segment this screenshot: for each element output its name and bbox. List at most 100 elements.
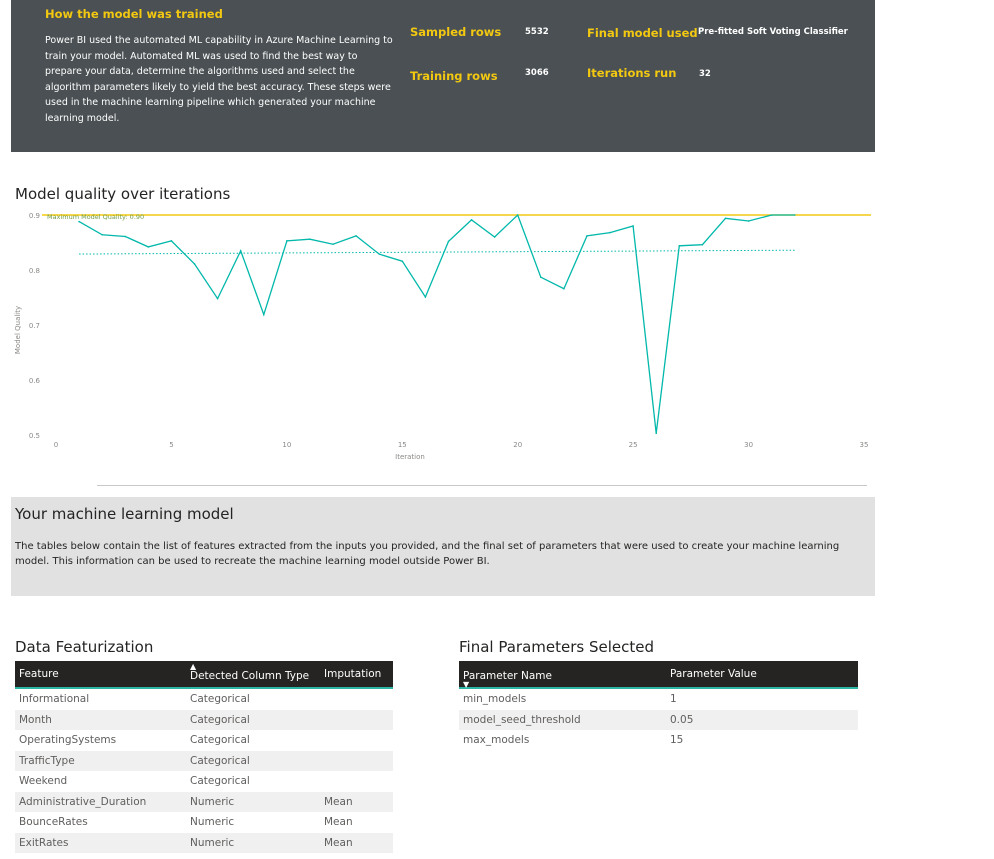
x-tick-label: 30 bbox=[744, 441, 753, 449]
table-cell bbox=[320, 730, 393, 751]
data-point bbox=[563, 287, 565, 290]
data-point bbox=[447, 240, 450, 243]
training-rows-label: Training rows bbox=[410, 69, 498, 83]
chart-title: Model quality over iterations bbox=[15, 185, 231, 203]
table-row[interactable]: Informational Categorical bbox=[15, 688, 393, 710]
data-point bbox=[655, 432, 658, 435]
data-point bbox=[678, 245, 681, 247]
data-point bbox=[170, 240, 173, 242]
data-point bbox=[355, 235, 357, 237]
data-point bbox=[793, 214, 796, 216]
table-row[interactable]: Administrative_Duration Numeric Mean bbox=[15, 791, 393, 812]
data-point bbox=[78, 220, 80, 223]
training-rows-value: 3066 bbox=[525, 68, 549, 78]
data-point bbox=[540, 276, 542, 278]
model-description-panel: Your machine learning model The tables b… bbox=[11, 497, 875, 596]
table-cell: Month bbox=[15, 709, 186, 730]
column-header-parameter-value[interactable]: Parameter Value bbox=[666, 661, 858, 689]
data-point bbox=[516, 214, 519, 216]
iterations-label: Iterations run bbox=[587, 66, 677, 80]
y-tick-label: 0.6 bbox=[29, 377, 41, 385]
model-section-title: Your machine learning model bbox=[15, 505, 234, 523]
data-point bbox=[724, 217, 727, 220]
data-point bbox=[262, 313, 265, 316]
data-point bbox=[470, 219, 473, 221]
column-header-parameter-name[interactable]: ▼ Parameter Name bbox=[459, 661, 666, 689]
x-tick-label: 15 bbox=[398, 441, 407, 449]
column-header-parameter-name-label: Parameter Name bbox=[463, 670, 552, 682]
table-cell: ExitRates bbox=[15, 832, 186, 853]
x-tick-label: 0 bbox=[54, 441, 58, 449]
column-header-detected-type[interactable]: ▲ Detected Column Type bbox=[186, 661, 320, 689]
table-row[interactable]: model_seed_threshold 0.05 bbox=[459, 709, 858, 730]
table-cell: Numeric bbox=[186, 791, 320, 812]
table-cell bbox=[320, 709, 393, 730]
model-quality-series-line bbox=[78, 213, 795, 434]
y-tick-label: 0.7 bbox=[29, 322, 40, 330]
table-row[interactable]: TrafficType Categorical bbox=[15, 750, 393, 771]
table-row[interactable]: BounceRates Numeric Mean bbox=[15, 812, 393, 833]
data-point bbox=[147, 246, 150, 248]
table-cell: Administrative_Duration bbox=[15, 791, 186, 812]
parameters-table: ▼ Parameter Name Parameter Value min_mode… bbox=[459, 661, 858, 751]
table-cell: BounceRates bbox=[19, 816, 88, 829]
x-tick-label: 5 bbox=[169, 441, 173, 449]
final-model-value: Pre-fitted Soft Voting Classifier bbox=[698, 27, 848, 37]
table-cell: Mean bbox=[324, 816, 353, 829]
table-row[interactable]: Weekend Categorical bbox=[15, 771, 393, 792]
table-cell: max_models bbox=[463, 734, 530, 747]
table-cell: Numeric bbox=[190, 816, 235, 829]
data-point bbox=[309, 238, 311, 240]
featurization-table: Feature ▲ Detected Column Type Imputation… bbox=[15, 661, 393, 853]
model-section-description: The tables below contain the list of fea… bbox=[15, 541, 840, 567]
table-row[interactable]: max_models 15 bbox=[459, 730, 858, 751]
table-row[interactable]: OperatingSystems Categorical bbox=[15, 730, 393, 751]
sampled-rows-value: 5532 bbox=[525, 27, 549, 37]
training-summary-banner: How the model was trained Power BI used … bbox=[11, 0, 875, 152]
x-axis-label: Iteration bbox=[395, 453, 425, 461]
table-cell: Categorical bbox=[190, 775, 250, 788]
table-cell: Numeric bbox=[186, 832, 320, 853]
banner-title: How the model was trained bbox=[45, 7, 223, 21]
table-cell: Categorical bbox=[186, 709, 320, 730]
data-point bbox=[747, 220, 750, 222]
table-cell: 1 bbox=[670, 693, 677, 706]
data-point bbox=[770, 214, 773, 216]
table-cell: Informational bbox=[19, 693, 90, 706]
sampled-rows-label: Sampled rows bbox=[410, 25, 502, 39]
table-cell: Mean bbox=[320, 791, 393, 812]
data-point bbox=[378, 253, 381, 255]
y-axis-label: Model Quality bbox=[14, 306, 22, 354]
final-model-label: Final model used bbox=[587, 26, 698, 40]
data-point bbox=[632, 225, 634, 227]
max-quality-label: Maximum Model Quality: 0.90 bbox=[47, 213, 144, 221]
table-row[interactable]: min_models 1 bbox=[459, 688, 858, 710]
table-cell: Categorical bbox=[186, 750, 320, 771]
data-point bbox=[609, 231, 611, 234]
table-cell bbox=[320, 771, 393, 792]
x-tick-label: 10 bbox=[282, 441, 291, 449]
data-point bbox=[401, 260, 404, 262]
table-cell bbox=[320, 688, 393, 710]
table-row[interactable]: ExitRates Numeric Mean bbox=[15, 832, 393, 853]
model-quality-chart: 0.5 0.6 0.7 0.8 0.9 0 5 10 15 20 25 30 35 Iteration Mo… bbox=[14, 212, 871, 461]
table-cell: model_seed_threshold bbox=[459, 709, 666, 730]
data-point bbox=[424, 296, 427, 298]
data-point bbox=[701, 243, 704, 246]
data-point bbox=[193, 263, 196, 265]
parameters-title: Final Parameters Selected bbox=[459, 638, 654, 656]
column-header-feature[interactable]: Feature bbox=[15, 661, 186, 689]
table-cell: OperatingSystems bbox=[19, 734, 117, 747]
y-tick-label: 0.5 bbox=[29, 432, 40, 440]
table-cell: min_models bbox=[463, 693, 527, 706]
table-cell bbox=[320, 750, 393, 771]
y-tick-label: 0.8 bbox=[29, 267, 40, 275]
table-cell: TrafficType bbox=[15, 750, 186, 771]
table-cell: Categorical bbox=[190, 734, 250, 747]
featurization-title: Data Featurization bbox=[15, 638, 154, 656]
data-point bbox=[124, 235, 127, 238]
parameters-header-row: ▼ Parameter Name Parameter Value bbox=[459, 661, 858, 689]
table-cell: Mean bbox=[320, 832, 393, 853]
column-header-imputation[interactable]: Imputation bbox=[320, 661, 393, 689]
table-row[interactable]: Month Categorical bbox=[15, 709, 393, 730]
